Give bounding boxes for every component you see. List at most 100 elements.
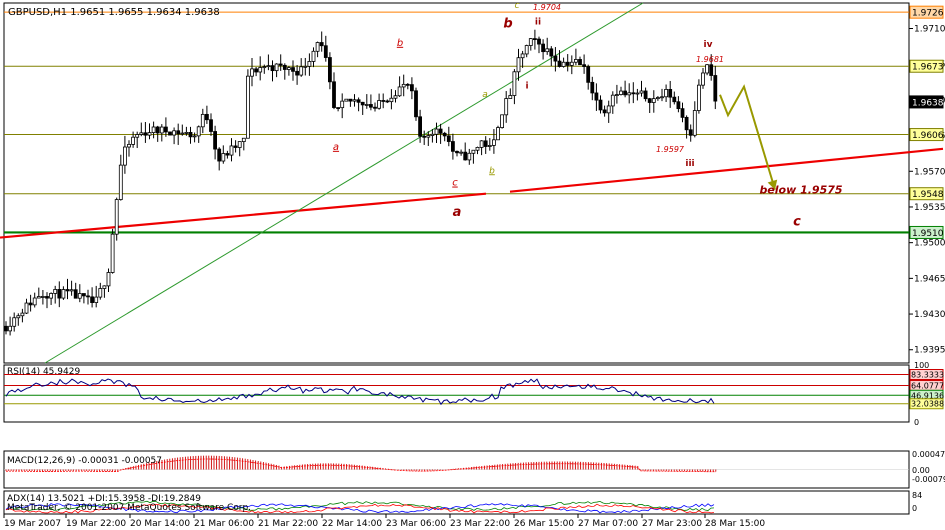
candle-bull — [639, 90, 644, 94]
candle-bull — [172, 130, 177, 136]
candle-bull — [266, 65, 271, 68]
candle-bear — [385, 100, 390, 103]
candle-bull — [221, 153, 226, 162]
rsi-header: RSI(14) 45.9429 — [7, 367, 80, 377]
candle-bear — [168, 131, 172, 136]
candle-bear — [578, 59, 582, 66]
candle-bull — [250, 68, 254, 77]
candle-bear — [155, 126, 160, 134]
price-label: 1.9638 — [912, 98, 944, 108]
x-tick-label: 23 Mar 06:00 — [386, 519, 446, 529]
adx-tick-label: 0 — [912, 504, 917, 513]
candle-bear — [163, 126, 168, 133]
candle-bull — [656, 97, 660, 100]
candle-bear — [270, 65, 275, 72]
candle-bull — [286, 67, 291, 70]
candle-bull — [307, 61, 312, 67]
candle-bull — [508, 95, 513, 99]
x-tick-label: 26 Mar 15:00 — [514, 519, 574, 529]
candle-bull — [524, 45, 529, 55]
candle-bear — [446, 135, 451, 142]
candle-bull — [114, 199, 119, 235]
x-tick-label: 27 Mar 07:00 — [578, 519, 638, 529]
candle-bear — [533, 38, 537, 41]
candle-bull — [545, 48, 550, 53]
candle-bear — [463, 151, 468, 161]
candle-bull — [504, 98, 509, 116]
candle-bull — [569, 61, 574, 66]
annotation-label: 1.9704 — [533, 3, 561, 12]
candle-bull — [32, 297, 37, 306]
candle-bull — [299, 66, 304, 76]
rsi-tick-label: 0 — [914, 418, 919, 427]
candle-bear — [450, 141, 455, 152]
candle-bear — [204, 113, 209, 121]
candle-bear — [549, 48, 554, 57]
candle-bull — [77, 293, 82, 299]
candle-bull — [20, 312, 25, 317]
candle-bear — [86, 295, 90, 298]
candle-bear — [336, 107, 341, 109]
candle-bull — [615, 94, 619, 96]
candle-bear — [217, 148, 222, 162]
candle-bull — [344, 98, 349, 102]
candle-bear — [602, 109, 607, 114]
candle-bull — [434, 128, 439, 135]
candle-bull — [520, 53, 525, 59]
candle-bear — [688, 129, 693, 136]
candle-bear — [586, 66, 591, 83]
candle-bull — [610, 94, 615, 107]
candle-bear — [381, 100, 386, 102]
candle-bull — [311, 50, 316, 62]
candle-bull — [135, 134, 140, 138]
candle-bear — [594, 92, 599, 101]
candle-bear — [368, 104, 373, 108]
candle-bear — [405, 83, 410, 86]
candle-bull — [635, 92, 640, 95]
candle-bear — [409, 84, 414, 92]
candle-bear — [438, 128, 443, 134]
candle-bull — [147, 132, 152, 136]
y-tick-label: 1.9465 — [914, 274, 945, 284]
candle-bull — [8, 325, 13, 332]
candle-bull — [196, 126, 201, 137]
y-tick-label: 1.9710 — [914, 24, 945, 34]
annotation-label: a — [453, 205, 462, 220]
candle-bear — [623, 90, 627, 96]
candle-bear — [176, 130, 181, 135]
candle-bear — [360, 101, 365, 106]
candle-bull — [512, 71, 517, 96]
candle-bear — [233, 145, 238, 148]
candle-bull — [393, 95, 398, 99]
candle-bull — [12, 317, 17, 327]
chart-header: GBPUSD,H1 1.9651 1.9655 1.9634 1.9638 — [8, 7, 220, 18]
candle-bull — [102, 285, 107, 289]
candle-bull — [364, 104, 369, 106]
candle-bull — [352, 99, 357, 102]
annotation-label: i — [525, 82, 528, 92]
candle-bull — [516, 57, 521, 73]
candle-bull — [151, 126, 156, 133]
candle-bull — [94, 296, 99, 303]
annotation-label: 1.9681 — [696, 55, 724, 64]
candle-bull — [528, 38, 533, 46]
candle-bear — [254, 68, 259, 73]
rsi-level-label: 32.0388 — [911, 400, 944, 409]
candle-bull — [479, 140, 484, 148]
candle-bear — [57, 289, 62, 299]
candle-bull — [496, 127, 500, 141]
candle-bull — [701, 72, 705, 86]
candle-bull — [500, 114, 505, 128]
annotation-label: a — [333, 142, 339, 153]
candle-bear — [590, 81, 595, 94]
candle-bear — [327, 57, 332, 83]
candle-bull — [651, 98, 656, 103]
candle-bear — [4, 325, 8, 332]
candle-bull — [426, 135, 431, 138]
candle-bull — [705, 64, 709, 74]
macd-tick-label: -0.00079 — [912, 475, 945, 484]
y-tick-label: 1.9395 — [914, 346, 945, 356]
y-tick-label: 1.9570 — [914, 167, 945, 177]
candle-bear — [332, 81, 336, 108]
candle-bull — [229, 145, 234, 156]
